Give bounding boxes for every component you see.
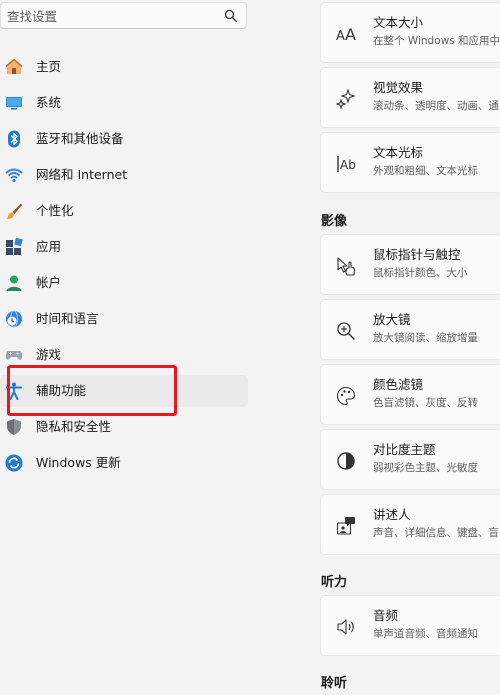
card-mouse-pointer-touch[interactable]: 鼠标指针与触控 鼠标指针颜色、大小	[320, 234, 500, 295]
brush-icon	[6, 203, 22, 219]
main-content: A A 文本大小 在整个 Windows 和应用中 视觉效果 滚动条、透明度、动…	[320, 0, 500, 695]
sidebar-item-personalization[interactable]: 个性化	[0, 195, 248, 227]
text-size-icon: A A	[336, 25, 356, 44]
text-cursor-icon: Ab	[337, 156, 356, 172]
card-visual-effects[interactable]: 视觉效果 滚动条、透明度、动画、通	[320, 67, 500, 128]
sidebar-item-windows-update[interactable]: Windows 更新	[0, 447, 248, 479]
card-title: 颜色滤镜	[373, 377, 424, 392]
card-title: 文本大小	[373, 15, 424, 30]
card-narrator[interactable]: 讲述人 声音、详细信息、键盘、盲	[320, 494, 500, 555]
sidebar-item-label: 隐私和安全性	[36, 419, 112, 434]
card-audio[interactable]: 音频 单声道音频、音频通知	[320, 595, 500, 656]
card-subtitle: 在整个 Windows 和应用中	[373, 35, 500, 47]
card-subtitle: 外观和粗细、文本光标	[373, 165, 478, 177]
search-input[interactable]	[7, 6, 217, 26]
card-subtitle: 色盲滤镜、灰度、反转	[373, 397, 478, 409]
sidebar-item-privacy[interactable]: 隐私和安全性	[0, 411, 248, 443]
section-vision: 影像	[321, 214, 348, 229]
search-icon[interactable]	[224, 9, 238, 23]
sidebar-item-accessibility[interactable]: 辅助功能	[0, 375, 248, 407]
card-color-filters[interactable]: 颜色滤镜 色盲滤镜、灰度、反转	[320, 364, 500, 425]
card-subtitle: 放大镜阅读、缩放增量	[373, 332, 478, 344]
card-title: 对比度主题	[373, 442, 436, 457]
card-title: 讲述人	[373, 507, 411, 522]
card-magnifier[interactable]: 放大镜 放大镜阅读、缩放增量	[320, 299, 500, 360]
update-icon	[5, 454, 23, 472]
sidebar-item-home[interactable]: 主页	[0, 51, 248, 83]
home-icon	[5, 58, 23, 74]
sidebar-item-label: 个性化	[36, 203, 74, 218]
sidebar-item-label: 蓝牙和其他设备	[36, 131, 124, 146]
sidebar-item-system[interactable]: 系统	[0, 87, 248, 119]
sidebar-item-apps[interactable]: 应用	[0, 231, 248, 263]
sidebar-item-gaming[interactable]: 游戏	[0, 339, 248, 371]
accessibility-icon	[6, 382, 22, 400]
sidebar-item-label: Windows 更新	[36, 455, 121, 470]
section-hearing: 听力	[321, 575, 348, 590]
sidebar-item-label: 主页	[36, 59, 62, 74]
speaker-icon	[337, 619, 354, 635]
search-box[interactable]	[0, 2, 247, 29]
pointer-touch-icon	[337, 257, 356, 276]
svg-text:Ab: Ab	[340, 158, 356, 172]
sidebar-item-bluetooth[interactable]: 蓝牙和其他设备	[0, 123, 248, 155]
sidebar-item-label: 系统	[36, 95, 62, 110]
contrast-icon	[337, 452, 355, 470]
palette-icon	[336, 386, 356, 406]
card-subtitle: 滚动条、透明度、动画、通	[373, 100, 499, 112]
section-listening: 聆听	[321, 676, 348, 691]
card-title: 放大镜	[373, 312, 411, 327]
magnifier-icon	[337, 322, 355, 340]
bluetooth-icon	[8, 130, 20, 148]
card-contrast-themes[interactable]: 对比度主题 弱视彩色主题、光敏度	[320, 429, 500, 490]
card-title: 文本光标	[373, 145, 424, 160]
sidebar-item-network[interactable]: 网络和 Internet	[0, 159, 248, 191]
sidebar: 主页 系统 蓝牙和其他设备 网络和 Internet 个性化	[0, 0, 260, 695]
apps-icon	[6, 238, 23, 255]
sidebar-item-label: 游戏	[36, 347, 62, 362]
sidebar-item-time-language[interactable]: 时间和语言	[0, 303, 248, 335]
account-icon	[6, 275, 22, 291]
sidebar-item-label: 帐户	[36, 275, 62, 290]
card-subtitle: 鼠标指针颜色、大小	[373, 267, 468, 279]
card-subtitle: 声音、详细信息、键盘、盲	[373, 527, 499, 539]
shield-icon	[7, 419, 21, 435]
card-title: 音频	[373, 608, 399, 623]
wifi-icon	[5, 168, 23, 183]
sidebar-item-accounts[interactable]: 帐户	[0, 267, 248, 299]
card-text-size[interactable]: A A 文本大小 在整个 Windows 和应用中	[320, 2, 500, 63]
globe-clock-icon	[6, 310, 22, 328]
card-subtitle: 单声道音频、音频通知	[373, 628, 478, 640]
sidebar-item-label: 时间和语言	[36, 311, 99, 326]
gamepad-icon	[5, 351, 23, 360]
sidebar-item-label: 网络和 Internet	[36, 167, 128, 182]
card-title: 鼠标指针与触控	[373, 247, 461, 262]
card-title: 视觉效果	[373, 80, 424, 95]
svg-text:A: A	[345, 25, 356, 44]
card-subtitle: 弱视彩色主题、光敏度	[373, 462, 478, 474]
sidebar-item-label: 应用	[36, 239, 62, 254]
sparkle-icon	[336, 89, 356, 109]
narrator-icon	[336, 517, 355, 535]
display-icon	[6, 97, 22, 110]
svg-text:A: A	[336, 29, 345, 44]
card-text-cursor[interactable]: Ab 文本光标 外观和粗细、文本光标	[320, 132, 500, 193]
sidebar-item-label: 辅助功能	[36, 383, 87, 398]
